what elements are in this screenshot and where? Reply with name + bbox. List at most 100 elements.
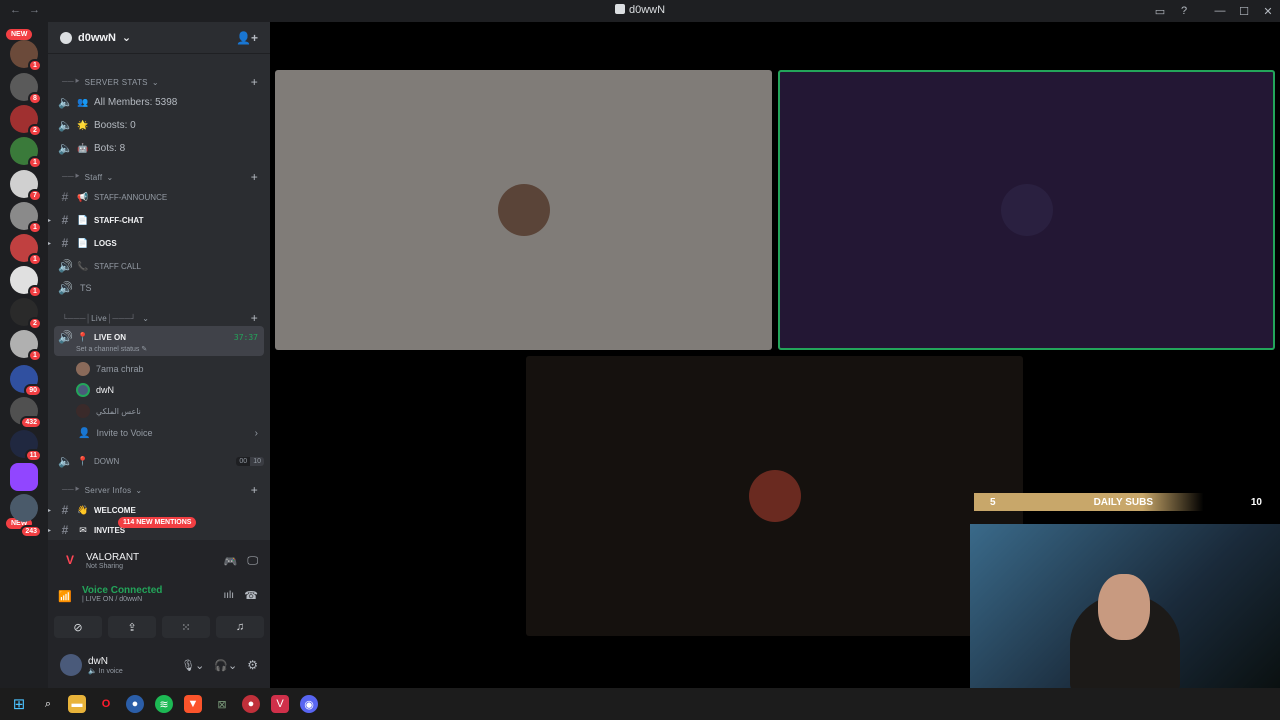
set-status-link[interactable]: Set a channel status ✎ [76,345,147,353]
server-icon[interactable]: 1 [10,137,42,169]
close-button[interactable]: ✕ [1256,5,1280,18]
disconnect-icon[interactable]: ☎ [244,589,258,602]
server-badge: 2 [28,317,42,330]
user-name: 7ama chrab [96,364,144,374]
speaker-icon: 🔈 [58,141,73,155]
discord-taskbar-icon[interactable]: ◉ [300,695,318,713]
server-icon[interactable]: 1 [10,234,42,266]
server-icon[interactable]: 8 [10,73,42,105]
app-icon[interactable]: ● [242,695,260,713]
server-icon[interactable]: 243 [10,494,42,538]
voice-user[interactable]: ناعس الملكي [48,401,270,421]
user-panel: V VALORANT Not Sharing 🎮 🖵 📶 Voice Conne… [48,540,270,688]
server-icon[interactable]: 1 [10,266,42,298]
opera-icon[interactable]: O [97,695,115,713]
microphone-icon[interactable]: 🎙⌄ [181,659,204,672]
server-icon[interactable]: 1 [10,202,42,234]
invite-to-voice[interactable]: 👤 Invite to Voice › [48,423,270,443]
valorant-icon: V [65,553,74,567]
avatar[interactable] [60,654,82,676]
activities-button[interactable]: ⁙ [162,616,210,638]
noise-icon[interactable]: ıılı [223,590,234,601]
chevron-down-icon: ⌄ [142,313,150,323]
server-badge: 1 [28,349,42,362]
add-channel-icon[interactable]: + [251,311,258,325]
category-server-stats[interactable]: ──⯈ SERVER STATS ⌄ + [48,72,270,92]
activity-panel: V VALORANT Not Sharing 🎮 🖵 [54,544,264,578]
valorant-taskbar-icon[interactable]: V [271,695,289,713]
settings-gear-icon[interactable]: ⚙ [247,658,258,672]
screen-share-button[interactable]: ⇪ [108,616,156,638]
call-timer: 37:37 [233,332,258,342]
channel-boosts[interactable]: 🔈 🌟 Boosts: 0 [48,115,270,135]
channel-bots[interactable]: 🔈 🤖 Bots: 8 [48,138,270,158]
participant-tile[interactable] [275,70,772,350]
participant-tile[interactable] [526,356,1023,636]
channel-staff-call[interactable]: 🔊 📞 STAFF CALL [48,256,270,276]
add-member-icon[interactable]: 👤+ [236,31,258,45]
category-server-infos[interactable]: ──⯈ Server Infos ⌄ + [48,480,270,500]
status-text: Set a channel status [76,346,140,353]
channel-staff-chat[interactable]: ▸ # 📄 STAFF-CHAT [48,210,270,230]
windows-start-icon[interactable]: ⊞ [10,695,28,713]
voice-user[interactable]: dwN [48,380,270,400]
category-label: SERVER STATS [84,77,148,87]
channel-label: STAFF-CHAT [94,215,144,225]
server-badge: 2 [28,124,42,137]
app-icon[interactable]: ⊠ [213,695,231,713]
participant-tile[interactable] [778,70,1275,350]
channel-staff-announce[interactable]: # 📢 STAFF-ANNOUNCE [48,187,270,207]
channel-live-on[interactable]: 🔊 📍 LIVE ON 37:37 Set a channel status ✎ [54,326,264,356]
channel-logs[interactable]: ▸ # 📄 LOGS [48,233,270,253]
speaker-icon: 🔈 [58,454,73,468]
channel-down[interactable]: 🔈 📍 DOWN 00 10 [48,451,270,471]
maximize-button[interactable]: ☐ [1232,5,1256,18]
minimize-button[interactable]: — [1208,5,1232,17]
headphones-icon[interactable]: 🎧⌄ [214,659,237,672]
server-header[interactable]: d0wwN ⌄ 👤+ [48,22,270,54]
voice-channel[interactable]: | LIVE ON / d0wwN [82,596,162,603]
server-icon[interactable]: 7 [10,170,42,202]
new-mentions-pill[interactable]: 114 NEW MENTIONS [118,517,197,528]
channel-label: DOWN [94,456,120,466]
server-badge: 1 [28,221,42,234]
add-channel-icon[interactable]: + [251,483,258,497]
server-icon[interactable]: 1 [10,330,42,362]
voice-connected-panel: 📶 Voice Connected | LIVE ON / d0wwN ıılı… [54,582,264,612]
inbox-icon[interactable]: ▭ [1148,5,1172,18]
spotify-icon[interactable]: ≋ [155,695,173,713]
channel-label: STAFF CALL [94,261,141,271]
server-icon[interactable]: 2 [10,105,42,137]
hash-icon: # [61,190,69,204]
channel-ts[interactable]: 🔊 TS [48,278,270,298]
voice-user[interactable]: 7ama chrab [48,359,270,379]
file-explorer-icon[interactable]: ▬ [68,695,86,713]
page-icon: 📄 [77,237,89,248]
server-icon[interactable]: 90 [10,365,42,397]
help-icon[interactable]: ? [1172,5,1196,17]
server-icon[interactable]: 432 [10,397,42,429]
category-staff[interactable]: ──⯈ Staff ⌄ + [48,167,270,187]
add-channel-icon[interactable]: + [251,75,258,89]
search-icon[interactable]: ⌕ [39,695,57,713]
add-channel-icon[interactable]: + [251,170,258,184]
channel-all-members[interactable]: 🔈 👥 All Members: 5398 [48,92,270,112]
server-icon[interactable]: 11 [10,430,42,462]
unread-marker: ▸ [48,217,52,224]
new-pill[interactable]: NEW [6,29,33,40]
gamepad-icon[interactable]: 🎮 [224,555,238,568]
server-badge: 90 [24,384,42,397]
user-name: dwN [88,655,109,667]
signal-icon[interactable]: 📶 [58,590,72,603]
brave-icon[interactable]: ▼ [184,695,202,713]
share-screen-icon[interactable]: 🖵 [247,555,258,568]
subs-label: DAILY SUBS [1093,496,1154,508]
server-icon[interactable]: 1 [10,40,42,72]
browser-icon[interactable]: ● [126,695,144,713]
category-live[interactable]: └───│ Live │───┘ ⌄ + [48,308,270,328]
soundboard-button[interactable]: ♫ [216,616,264,638]
camera-off-button[interactable]: ⊘ [54,616,102,638]
channel-label: LOGS [94,238,117,248]
server-icon[interactable]: 2 [10,298,42,330]
server-icon[interactable] [10,463,38,491]
